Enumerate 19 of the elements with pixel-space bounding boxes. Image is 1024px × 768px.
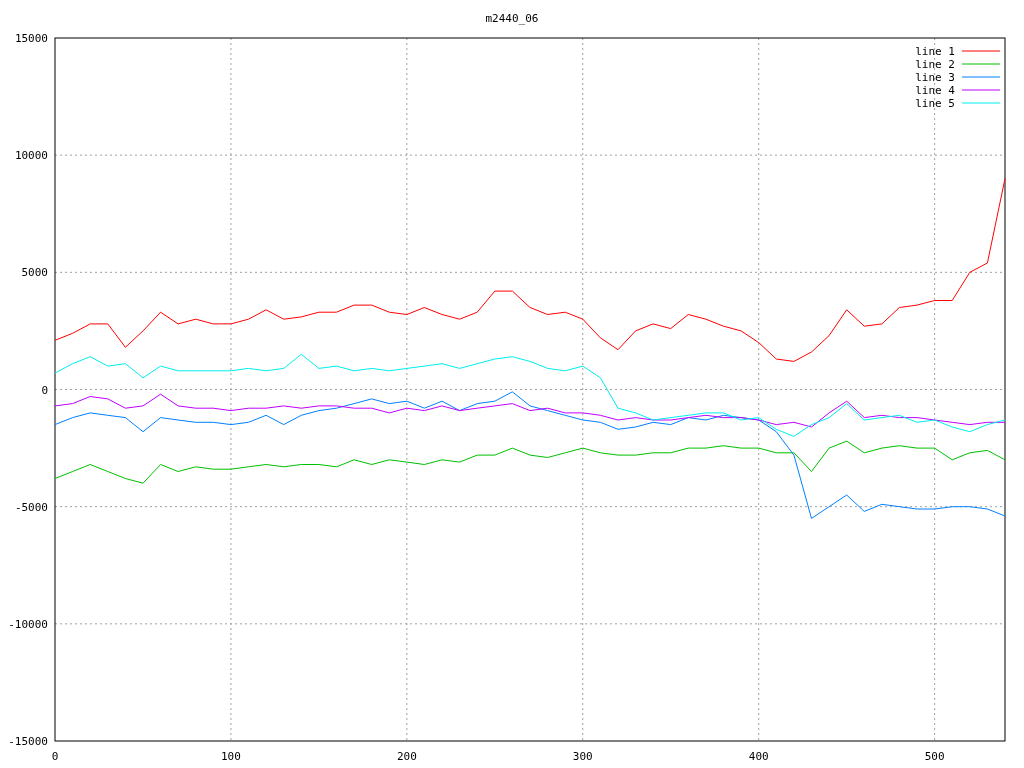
x-tick-label: 200 [396,750,417,763]
x-tick-label: 100 [221,750,241,763]
y-tick-label: -10000 [8,617,48,631]
chart-title: m2440_06 [485,12,539,25]
y-tick-label: 0 [41,383,48,397]
y-tick-label: -15000 [8,735,48,748]
y-tick-label: 15000 [14,32,48,45]
legend-label: line 1 [915,45,955,58]
y-tick-label: 5000 [21,266,48,280]
legend-label: line 4 [915,84,955,97]
y-tick-label: -5000 [14,500,48,514]
x-tick-label: 0 [51,750,59,763]
legend-label: line 2 [915,58,955,71]
x-tick-label: 400 [748,750,769,763]
x-tick-label: 500 [924,750,945,763]
legend-label: line 3 [915,71,955,84]
y-tick-label: 10000 [14,149,48,163]
x-tick-label: 300 [572,750,593,763]
legend-label: line 5 [915,97,955,110]
